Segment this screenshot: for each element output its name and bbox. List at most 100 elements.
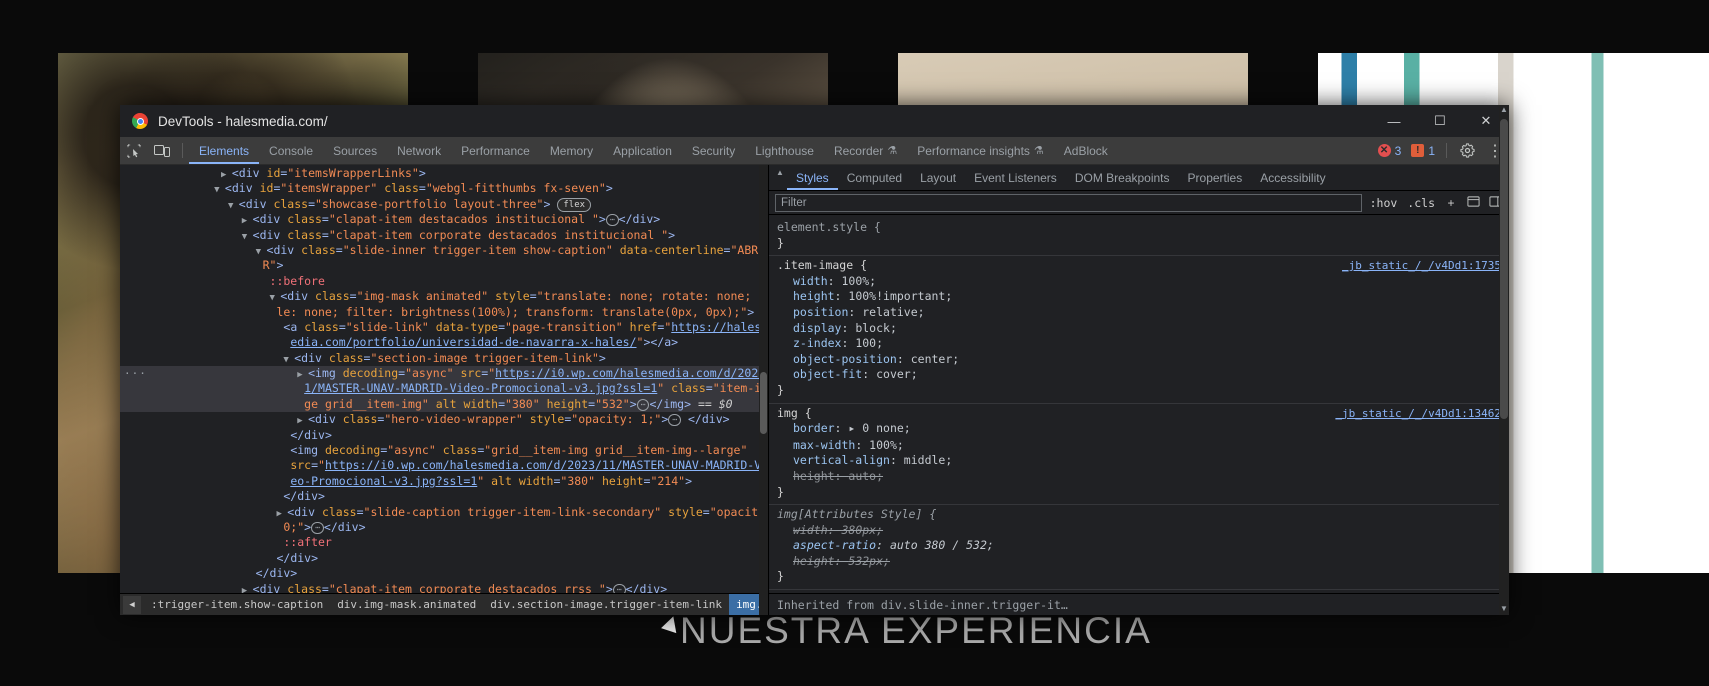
tab-performance[interactable]: Performance [451,137,540,164]
css-declaration[interactable]: position: relative; [769,305,1509,321]
css-rule[interactable]: img[Attributes Style] {width: 380px; aspe… [769,505,1509,591]
css-property-name[interactable]: z-index [793,336,841,350]
css-declaration[interactable]: height: 100%!important; [769,289,1509,305]
dom-node[interactable]: <a class="slide-link" data-type="page-tr… [120,320,768,335]
css-rule-origin[interactable]: _jb_static_/_/v4Dd1:13462 [1335,406,1501,422]
styles-scroll-up[interactable]: ▲ [1499,105,1509,114]
url-link[interactable]: 1/MASTER-UNAV-MADRID-Video-Promocional-v… [304,381,657,395]
expand-arrow-icon[interactable]: ▶ [297,370,308,380]
css-property-name[interactable]: height [793,289,835,303]
expand-arrow-icon[interactable]: ▶ [297,416,308,426]
expand-arrow-icon[interactable]: ▶ [242,216,253,226]
dom-node[interactable]: ▼ <div id="itemsWrapper" class="webgl-fi… [120,181,768,196]
css-rule[interactable]: .item-image {_jb_static_/_/v4Dd1:1735 wid… [769,256,1509,404]
dom-tree[interactable]: ▶ <div id="itemsWrapperLinks"> ▼ <div id=… [120,165,768,593]
css-rules-list[interactable]: element.style {} .item-image { _jb_static_… [769,215,1509,593]
expand-arrow-icon[interactable]: ▶ [221,170,232,180]
css-property-value[interactable]: cover; [876,367,918,381]
css-property-name[interactable]: position [793,305,848,319]
styles-filter-input[interactable] [775,193,1362,212]
styles-scroll-up-icon[interactable]: ▲ [773,165,787,190]
url-link[interactable]: edia.com/portfolio/universidad-de-navarr… [290,335,636,349]
dom-node[interactable]: </div> [120,489,768,504]
cls-toggle[interactable]: .cls [1405,196,1437,210]
css-selector[interactable]: img { [777,592,812,593]
css-property-name[interactable]: border [793,421,835,435]
styles-scrollbar[interactable]: ▲ ▼ [1499,105,1509,615]
dom-node[interactable]: ▶ <div class="slide-caption trigger-item… [120,505,768,520]
device-toolbar-icon[interactable] [148,137,176,164]
error-count-badge[interactable]: ✕ 3 [1373,137,1407,164]
expand-arrow-icon[interactable]: ▼ [242,232,253,242]
dom-node-selected[interactable]: 1/MASTER-UNAV-MADRID-Video-Promocional-v… [120,381,768,397]
css-rule[interactable]: img { _jb_static_/_/v4Dd1:13462 border: ▸ … [769,404,1509,506]
tab-security[interactable]: Security [682,137,745,164]
css-declaration[interactable]: height: auto; [769,469,1509,485]
tab-memory[interactable]: Memory [540,137,603,164]
dom-node[interactable]: ▼ <div class="img-mask animated" style="… [120,289,768,304]
expand-arrow-icon[interactable]: ▼ [228,201,239,211]
expand-arrow-icon[interactable]: ▼ [256,247,267,257]
css-property-value[interactable]: 100%!important; [848,289,952,303]
css-property-name[interactable]: aspect-ratio [793,538,876,552]
tab-lighthouse[interactable]: Lighthouse [745,137,824,164]
css-declaration[interactable]: max-width: 100%; [769,438,1509,454]
breadcrumb-scroll-left[interactable]: ◀ [123,595,141,614]
breadcrumb-item-0[interactable]: :trigger-item.show-caption [144,594,330,615]
settings-gear-icon[interactable] [1453,137,1481,164]
dom-node[interactable]: ▶ <div class="hero-video-wrapper" style=… [120,412,768,427]
breadcrumb-item-2[interactable]: div.section-image.trigger-item-link [483,594,729,615]
tab-console[interactable]: Console [259,137,323,164]
dom-node[interactable]: <img decoding="async" class="grid__item-… [120,443,768,458]
css-declaration[interactable]: height: 532px; [769,554,1509,570]
dom-node[interactable]: </div> [120,566,768,581]
css-property-value[interactable]: block; [855,321,897,335]
collapsed-children-icon[interactable]: ⋯ [668,414,682,427]
dom-node[interactable]: R"> [120,258,768,273]
tab-elements[interactable]: Elements [189,137,259,164]
css-property-name[interactable]: object-position [793,352,897,366]
expand-arrow-icon[interactable]: ▼ [283,355,294,365]
css-property-value[interactable]: 532px; [848,554,890,568]
expand-arrow-icon[interactable]: ▶ [276,509,287,519]
css-declaration[interactable]: width: 380px; [769,523,1509,539]
css-declaration[interactable]: aspect-ratio: auto 380 / 532; [769,538,1509,554]
dom-tree-scrollbar[interactable] [759,165,768,615]
tab-styles[interactable]: Styles [787,165,838,190]
css-property-value[interactable]: auto 380 / 532; [890,538,994,552]
hov-toggle[interactable]: :hov [1368,196,1400,210]
collapsed-children-icon[interactable]: ⋯ [612,583,626,593]
css-property-value[interactable]: center; [911,352,959,366]
new-style-rule-plus-icon[interactable]: + [1443,196,1459,210]
dom-node-selected[interactable]: ··· ▶ <img decoding="async" src="https://… [120,366,768,382]
css-declaration[interactable]: vertical-align: middle; [769,453,1509,469]
css-property-name[interactable]: max-width [793,438,855,452]
css-selector[interactable]: .item-image { [777,258,867,274]
dom-node[interactable]: ▼ <div class="clapat-item corporate dest… [120,228,768,243]
dom-node[interactable]: ▶ <div id="itemsWrapperLinks"> [120,166,768,181]
dom-node[interactable]: ▼ <div class="showcase-portfolio layout-… [120,197,768,212]
css-declaration[interactable]: object-fit: cover; [769,367,1509,383]
css-property-name[interactable]: height [793,469,835,483]
dom-node-selected[interactable]: ge grid__item-img" alt width="380" heigh… [120,396,768,413]
url-link[interactable]: https://i0.wp.com/halesmedia.com/d/2023/… [495,366,768,380]
css-rule[interactable]: element.style {} [769,218,1509,257]
breadcrumb-item-1[interactable]: div.img-mask.animated [330,594,483,615]
css-declaration[interactable]: border: ▸ 0 none; [769,421,1509,438]
dom-node[interactable]: src="https://i0.wp.com/halesmedia.com/d/… [120,458,768,473]
css-property-value[interactable]: 100; [855,336,883,350]
css-property-name[interactable]: height [793,554,835,568]
expand-arrow-icon[interactable]: ▼ [270,293,281,303]
toggle-element-state-icon[interactable] [1465,195,1481,211]
css-rule-origin[interactable]: _jb_static_/_/v4Dd1:1735 [1342,258,1501,274]
tab-adblock[interactable]: AdBlock [1054,137,1118,164]
dom-node[interactable]: </div> [120,551,768,566]
css-selector[interactable]: img { [777,406,812,422]
collapsed-children-icon[interactable]: ⋯ [605,214,619,227]
tab-recorder[interactable]: Recorder ⚗ [824,137,907,164]
css-property-value[interactable]: relative; [862,305,924,319]
maximize-button[interactable]: ☐ [1417,105,1463,137]
css-property-value[interactable]: middle; [904,453,952,467]
css-property-value[interactable]: 100%; [869,438,904,452]
dom-node-badge[interactable]: ··· [124,366,147,381]
